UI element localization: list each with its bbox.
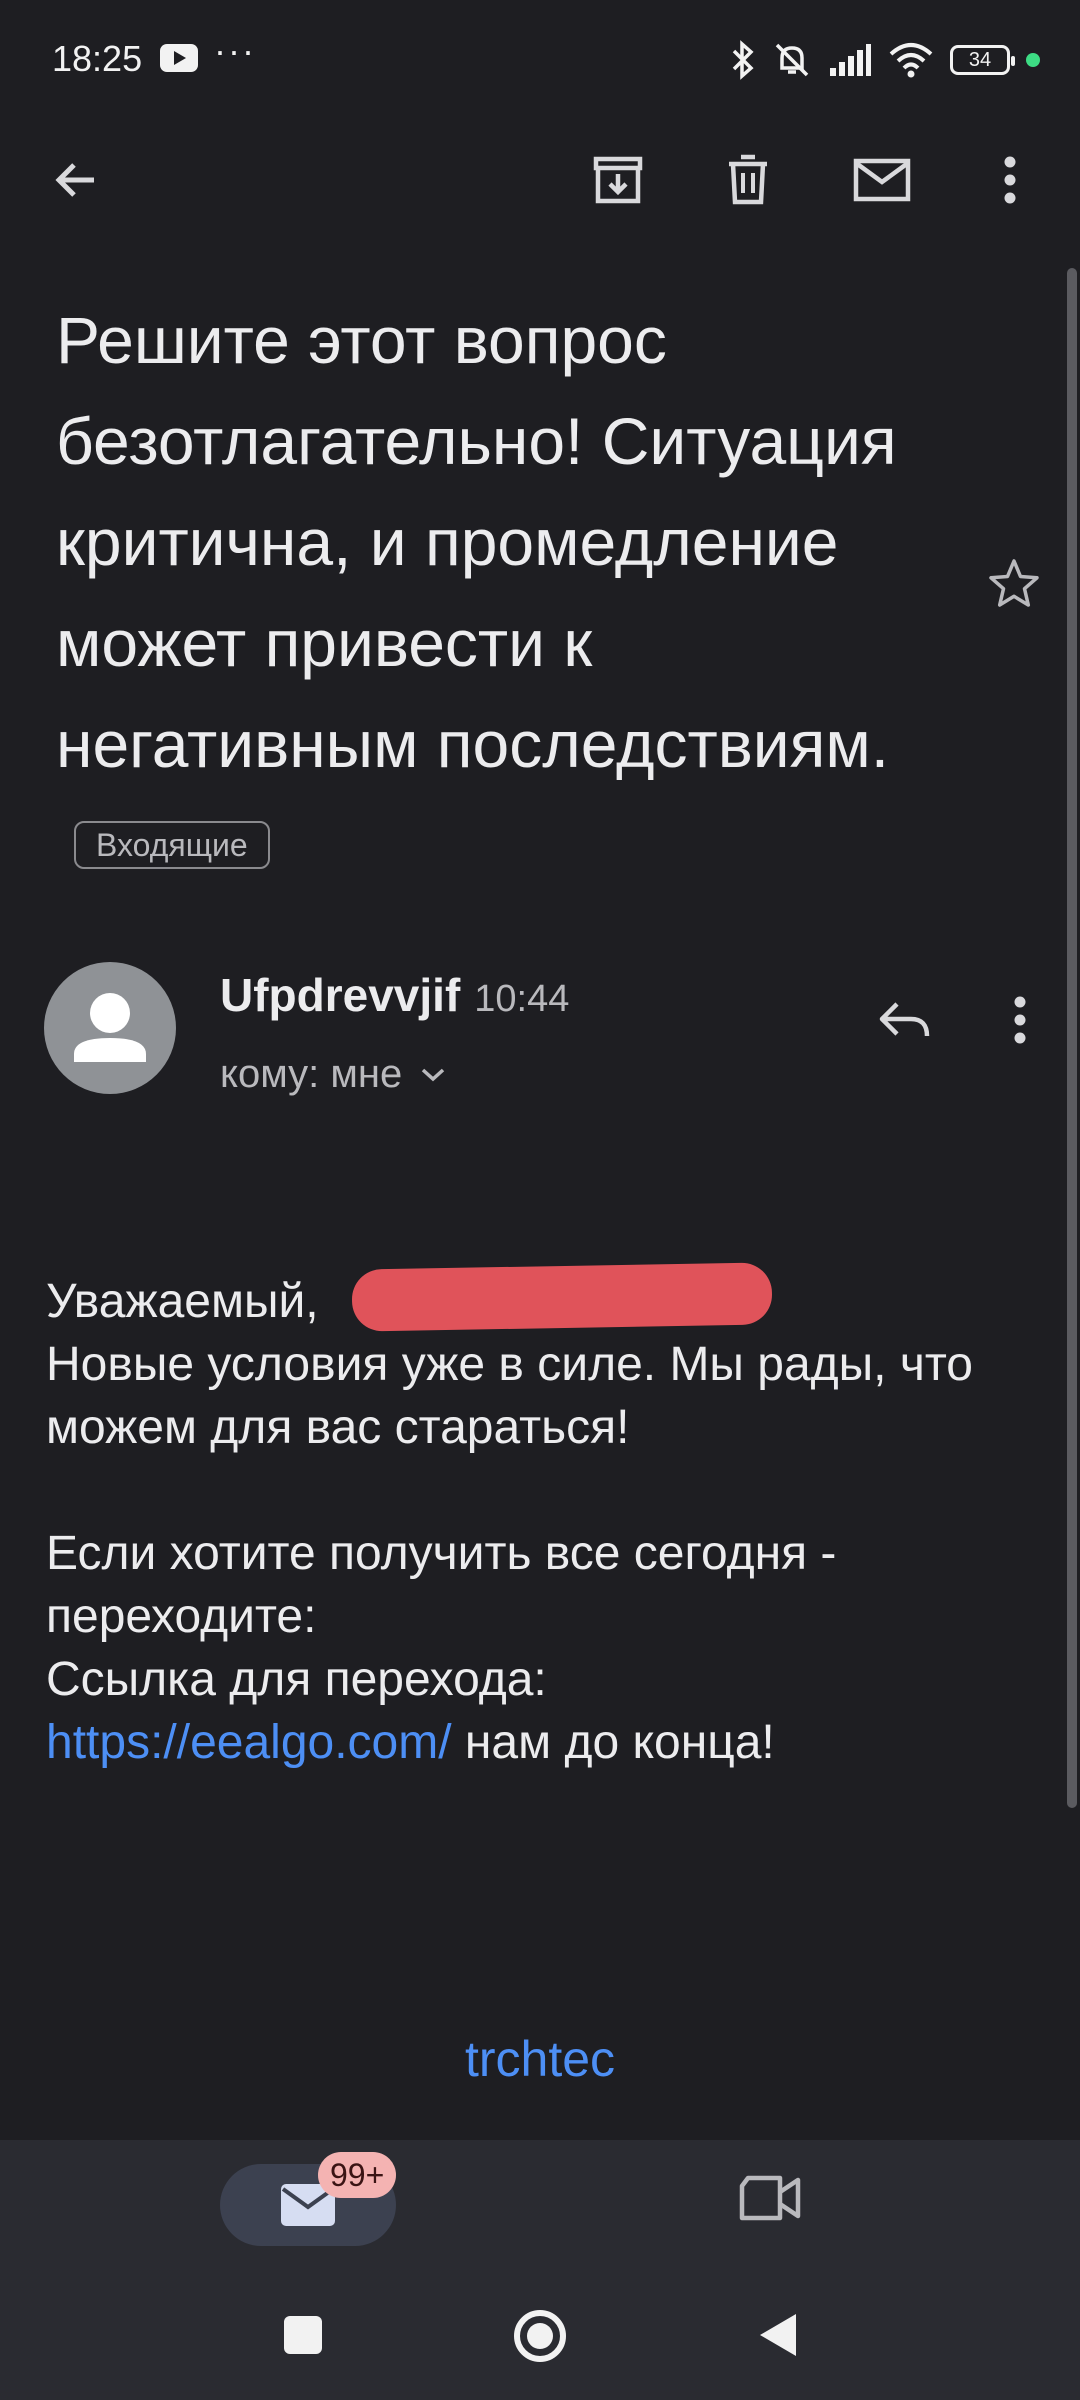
phishing-link[interactable]: https://eealgo.com/ [46, 1716, 452, 1769]
footer-link[interactable]: trchtec [0, 2030, 1080, 2088]
more-vert-icon [1004, 156, 1016, 204]
back-arrow-icon [55, 163, 94, 197]
delete-icon [729, 154, 767, 205]
back-triangle-icon [760, 2314, 796, 2356]
delete-button[interactable] [708, 140, 788, 220]
body-paragraph: Новые условия уже в силе. Мы рады, что м… [46, 1338, 973, 1454]
privacy-indicator-dot [1026, 53, 1040, 67]
message-more-button[interactable] [980, 980, 1060, 1060]
mark-unread-icon [853, 158, 911, 202]
home-circle-icon [514, 2310, 566, 2362]
more-options-button[interactable] [970, 140, 1050, 220]
signal-icon [830, 44, 871, 76]
subject-text: Решите этот вопрос безотлагательно! Ситу… [56, 303, 897, 781]
scrollbar[interactable] [1067, 268, 1077, 1808]
reply-icon [879, 1002, 930, 1037]
recents-button[interactable] [284, 2316, 322, 2354]
body-paragraph: Если хотите получить все сегодня - перех… [46, 1527, 837, 1643]
star-icon [989, 559, 1039, 607]
battery-icon: 34 [950, 45, 1015, 75]
back-button[interactable] [36, 140, 116, 220]
bluetooth-icon [732, 40, 754, 80]
inbox-label-chip[interactable]: Входящие [74, 820, 270, 869]
email-body: Уважаемый, Новые условия уже в силе. Мы … [46, 1270, 1046, 1774]
bottom-navigation [0, 2140, 1080, 2260]
sender-line[interactable]: Ufpdrevvjif 10:44 [220, 968, 569, 1022]
email-subject: Решите этот вопрос безотлагательно! Ситу… [56, 290, 956, 896]
archive-icon [593, 156, 643, 204]
status-icons: 34 [730, 36, 1040, 84]
redaction-mark [351, 1262, 773, 1332]
meet-tab[interactable] [736, 2172, 804, 2229]
reply-button[interactable] [864, 980, 944, 1060]
sender-avatar[interactable] [44, 962, 176, 1094]
more-vert-icon [1014, 996, 1026, 1044]
muted-bell-icon [775, 43, 809, 77]
sender-name: Ufpdrevvjif [220, 969, 461, 1021]
back-nav-button[interactable] [752, 2310, 802, 2360]
link-suffix-text: нам до конца! [451, 1716, 775, 1769]
recipient-text: кому: мне [220, 1052, 403, 1096]
video-call-icon [739, 2175, 801, 2221]
status-time: 18:25 [52, 38, 143, 79]
recipient-details-toggle[interactable]: кому: мне [220, 1052, 446, 1097]
sent-time: 10:44 [474, 978, 570, 1020]
unread-count-badge: 99+ [318, 2152, 397, 2198]
chevron-down-icon [422, 1068, 445, 1081]
youtube-icon [160, 44, 198, 72]
wifi-icon [889, 43, 933, 78]
archive-button[interactable] [578, 140, 658, 220]
body-paragraph: Ссылка для перехода: [46, 1653, 547, 1706]
person-icon [74, 993, 146, 1062]
mark-unread-button[interactable] [842, 140, 922, 220]
battery-level: 34 [968, 48, 992, 71]
home-button[interactable] [512, 2308, 568, 2364]
star-button[interactable] [986, 556, 1042, 612]
status-more-dots: ··· [214, 30, 256, 71]
